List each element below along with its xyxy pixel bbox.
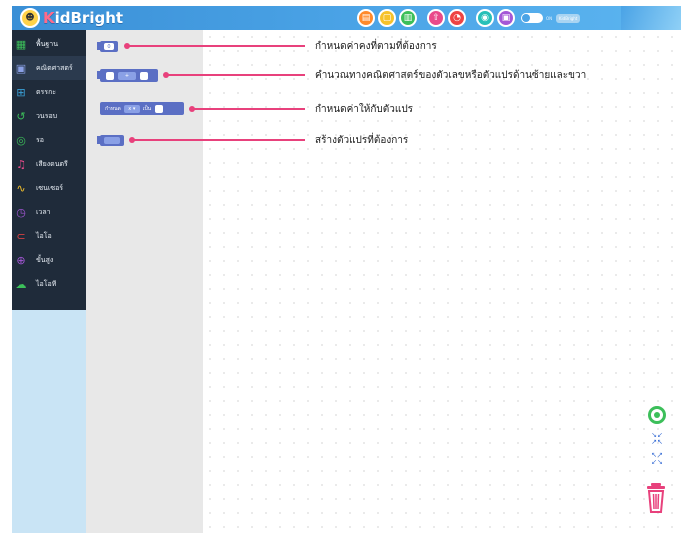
advanced-icon: ⊕: [16, 253, 26, 267]
pointer-line: [127, 45, 305, 47]
category-label: วนรอบ: [36, 111, 58, 120]
logic-icon: ⊞: [16, 85, 26, 99]
category-music[interactable]: ♫ เสียงดนตรี: [12, 152, 86, 176]
workspace-canvas[interactable]: [203, 30, 681, 533]
save-file-icon[interactable]: ▥: [399, 9, 417, 27]
basic-grid-icon: ▦: [15, 37, 27, 51]
category-advanced[interactable]: ⊕ ขั้นสูง: [12, 248, 86, 272]
description-arithmetic: คำนวณทางคณิตศาสตร์ของตัวเลขหรือตัวแปรด้า…: [315, 70, 587, 81]
math-icon: ▣: [15, 61, 27, 75]
top-bar: ☻ KidBright ▤ ▢ ▥ ⇧ ◔ ◉ ▣ ON KidBright: [12, 6, 681, 30]
category-time[interactable]: ◷ เวลา: [12, 200, 86, 224]
pointer-line: [166, 74, 305, 76]
mode-pill[interactable]: KidBright: [556, 13, 581, 23]
mode-toggle[interactable]: [521, 13, 543, 23]
category-label: ไอโอ: [36, 231, 52, 240]
toggle-label: ON: [546, 15, 553, 21]
wifi-icon[interactable]: ◉: [476, 9, 494, 27]
category-sidebar: ▦ พื้นฐาน ▣ คณิตศาสตร์ ⊞ ตรรกะ ↺ วนรอบ ◎…: [12, 30, 86, 310]
category-label: เซนเซอร์: [36, 183, 64, 192]
io-icon: ⊂: [16, 229, 26, 243]
description-create-variable: สร้างตัวแปรที่ต้องการ: [315, 135, 409, 146]
set-variable-block[interactable]: กำหนด x ▾ เป็น: [100, 102, 184, 115]
kidbright-ide: ☻ KidBright ▤ ▢ ▥ ⇧ ◔ ◉ ▣ ON KidBright ▦…: [0, 0, 681, 533]
logo-face-icon: ☻: [20, 8, 40, 28]
arithmetic-block[interactable]: +: [97, 69, 158, 82]
variable-slot[interactable]: [104, 137, 120, 144]
sidebar-empty-area: [12, 310, 86, 533]
set-to-label: เป็น: [142, 105, 152, 112]
sensor-icon: ∿: [16, 181, 26, 195]
category-label: ตรรกะ: [36, 87, 57, 96]
alarm-clock-icon[interactable]: ◔: [448, 9, 466, 27]
category-label: เวลา: [36, 207, 51, 216]
variable-block[interactable]: [97, 135, 124, 146]
description-set-variable: กำหนดค่าให้กับตัวแปร: [315, 104, 414, 115]
music-icon: ♫: [16, 157, 26, 171]
category-basic[interactable]: ▦ พื้นฐาน: [12, 32, 86, 56]
center-target-icon[interactable]: [648, 406, 666, 424]
kidbright-logo: ☻ KidBright: [20, 7, 123, 29]
category-iot[interactable]: ☁ ไอโอที: [12, 272, 86, 296]
pointer-line: [132, 139, 305, 141]
category-loop[interactable]: ↺ วนรอบ: [12, 104, 86, 128]
open-file-icon[interactable]: ▢: [378, 9, 396, 27]
pointer-line: [192, 108, 305, 110]
operator-dropdown[interactable]: +: [118, 71, 136, 80]
category-label: คณิตศาสตร์: [36, 63, 73, 72]
category-logic[interactable]: ⊞ ตรรกะ: [12, 80, 86, 104]
new-file-icon[interactable]: ▤: [357, 9, 375, 27]
category-label: พื้นฐาน: [36, 39, 58, 48]
variable-dropdown[interactable]: x ▾: [123, 104, 140, 113]
number-block[interactable]: 0: [97, 41, 118, 52]
description-constant: กำหนดค่าคงที่ตามที่ต้องการ: [315, 41, 437, 52]
number-value[interactable]: 0: [104, 43, 114, 50]
set-label: กำหนด: [105, 105, 121, 112]
zoom-in-icon[interactable]: ↘↙ ↗↖: [648, 432, 666, 446]
trash-icon[interactable]: [646, 483, 666, 513]
logo-text: KidBright: [43, 9, 124, 27]
zoom-out-icon[interactable]: ↖↗ ↙↘: [648, 452, 666, 466]
category-label: ไอโอที: [36, 279, 57, 288]
loop-icon: ↺: [16, 109, 26, 123]
category-io[interactable]: ⊂ ไอโอ: [12, 224, 86, 248]
category-label: ขั้นสูง: [36, 255, 54, 264]
category-label: เสียงดนตรี: [36, 159, 68, 168]
upload-icon[interactable]: ⇧: [427, 9, 445, 27]
wait-icon: ◎: [16, 133, 26, 147]
board-icon[interactable]: ▣: [497, 9, 515, 27]
category-sensor[interactable]: ∿ เซนเซอร์: [12, 176, 86, 200]
category-wait[interactable]: ◎ รอ: [12, 128, 86, 152]
category-label: รอ: [36, 135, 44, 144]
clock-icon: ◷: [16, 205, 26, 219]
iot-icon: ☁: [15, 277, 27, 291]
toolbar-buttons: ▤ ▢ ▥ ⇧ ◔ ◉ ▣ ON KidBright: [357, 9, 581, 27]
category-math[interactable]: ▣ คณิตศาสตร์: [12, 56, 86, 80]
